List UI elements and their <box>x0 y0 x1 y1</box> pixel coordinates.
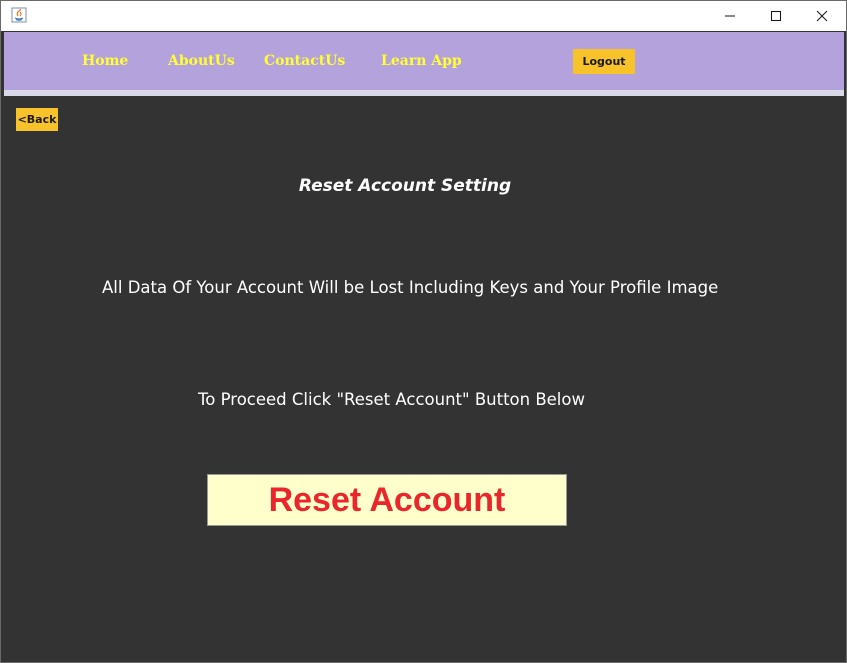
nav-home-link[interactable]: Home <box>82 53 128 69</box>
nav-contactus-link[interactable]: ContactUs <box>264 53 345 69</box>
minimize-icon <box>725 15 735 17</box>
warning-text: All Data Of Your Account Will be Lost In… <box>102 278 719 297</box>
minimize-button[interactable] <box>707 1 753 31</box>
app-window: Home AboutUs ContactUs Learn App Logout … <box>0 0 847 663</box>
page-title: Reset Account Setting <box>298 176 512 196</box>
java-app-icon <box>11 7 27 23</box>
close-icon <box>816 10 828 22</box>
maximize-icon <box>771 11 781 21</box>
title-bar <box>1 1 846 31</box>
top-nav-bar: Home AboutUs ContactUs Learn App Logout <box>4 32 844 90</box>
nav-learn-app-link[interactable]: Learn App <box>381 53 462 69</box>
nav-aboutus-link[interactable]: AboutUs <box>168 53 235 69</box>
logout-button[interactable]: Logout <box>573 49 635 74</box>
instruction-text: To Proceed Click "Reset Account" Button … <box>198 390 585 409</box>
back-button[interactable]: <Back <box>16 108 58 131</box>
reset-account-button[interactable]: Reset Account <box>207 474 567 526</box>
maximize-button[interactable] <box>753 1 799 31</box>
reset-account-panel: <Back Reset Account Setting All Data Of … <box>4 96 844 662</box>
close-button[interactable] <box>799 1 845 31</box>
